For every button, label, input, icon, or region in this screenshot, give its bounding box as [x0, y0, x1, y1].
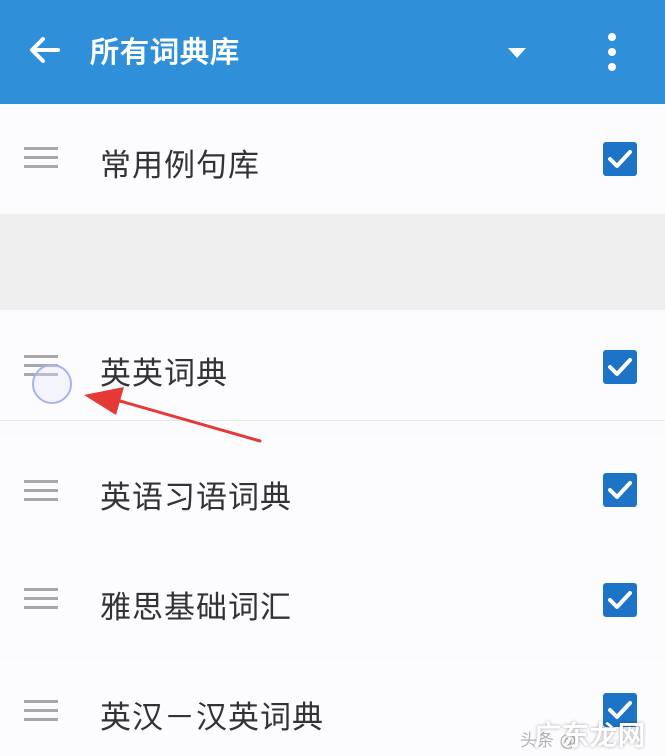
list-item-label: 雅思基础词汇: [100, 590, 292, 626]
list-item[interactable]: 英语习语词典: [0, 436, 665, 546]
drag-handle-icon[interactable]: [24, 586, 58, 612]
page-title: 所有词典库: [90, 35, 241, 69]
checkbox-checked-icon: [603, 350, 637, 384]
caret-down-icon: [508, 48, 526, 58]
list-item[interactable]: 常用例句库: [0, 104, 665, 212]
item-checkbox[interactable]: [603, 350, 637, 384]
arrow-left-icon: [30, 37, 60, 63]
watermark: 头条 @ 广东龙网: [520, 712, 662, 752]
drag-handle-icon[interactable]: [24, 698, 58, 724]
list-item-label: 英汉－汉英词典: [100, 700, 324, 736]
annotation-arrow-icon: [84, 387, 262, 443]
checkbox-checked-icon: [603, 142, 637, 176]
item-checkbox[interactable]: [603, 142, 637, 176]
list-item[interactable]: 雅思基础词汇: [0, 550, 665, 656]
checkbox-checked-icon: [603, 473, 637, 507]
more-options-button[interactable]: [597, 30, 627, 74]
drop-placeholder: [0, 214, 665, 310]
drag-handle-icon[interactable]: [24, 478, 58, 504]
checkbox-checked-icon: [603, 583, 637, 617]
dropdown-button[interactable]: [503, 40, 531, 64]
back-button[interactable]: [24, 30, 64, 70]
app-bar: 所有词典库: [0, 0, 665, 104]
more-vertical-icon: [608, 33, 616, 71]
list-item-label: 英语习语词典: [100, 480, 292, 516]
item-checkbox[interactable]: [603, 473, 637, 507]
drag-handle-icon[interactable]: [24, 145, 58, 171]
list-item-label: 常用例句库: [100, 148, 260, 184]
touch-indicator: [32, 364, 72, 404]
watermark-main-text: 广东龙网: [534, 721, 646, 752]
item-checkbox[interactable]: [603, 583, 637, 617]
